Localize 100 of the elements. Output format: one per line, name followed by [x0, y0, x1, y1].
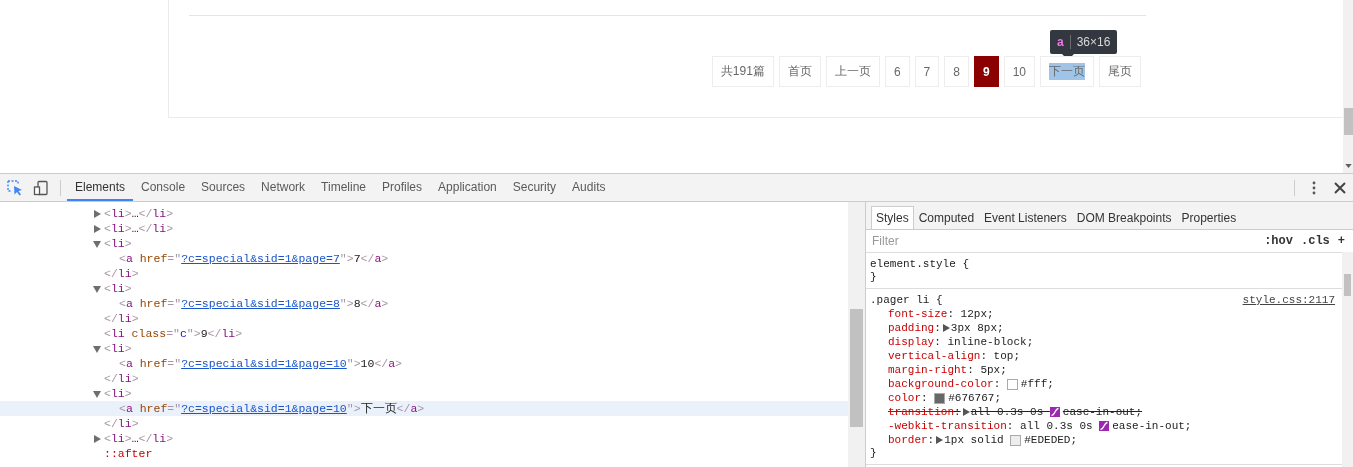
page-scrollbar[interactable] [1343, 0, 1353, 173]
expand-arrow-icon[interactable] [961, 408, 970, 416]
css-property-value: : inline-block; [934, 336, 1034, 348]
dom-line: <li> [104, 282, 132, 295]
scrollbar-thumb[interactable] [1344, 108, 1353, 135]
css-property-value: 1px solid [944, 434, 1005, 446]
css-property-value: : 12px; [947, 308, 994, 320]
css-brace: } [870, 271, 878, 285]
dom-tree-row[interactable]: <li>…</li> [0, 431, 848, 446]
stylesheet-link[interactable]: style.css:2117 [1242, 294, 1335, 306]
dom-line: <a href="?c=special&sid=1&page=7">7</a> [119, 252, 389, 265]
sidebar-tab[interactable]: Styles [871, 206, 914, 229]
filter-toggle-button[interactable]: + [1333, 234, 1349, 248]
dom-tree-row[interactable]: <li>…</li> [0, 206, 848, 221]
inspect-highlight: 首页 [787, 63, 812, 80]
dom-tree-row[interactable]: <li> [0, 236, 848, 251]
scrollbar-thumb[interactable] [1344, 274, 1351, 296]
dom-tree-row[interactable]: <li class="c">9</li> [0, 326, 848, 341]
css-property-name: color [888, 392, 921, 404]
css-property-value: 3px 8px; [950, 322, 1004, 334]
css-property-name: padding [888, 322, 935, 334]
collapsed-arrow-icon[interactable] [93, 434, 101, 443]
sidebar-tab[interactable]: Properties [1176, 206, 1242, 229]
pagination-item[interactable]: 6 [884, 56, 910, 87]
inspect-cursor-icon[interactable] [7, 179, 23, 196]
inspect-highlight: 6 [893, 64, 901, 79]
css-property-name: -webkit-transition [888, 420, 1007, 432]
easing-curve-icon[interactable] [1099, 421, 1110, 431]
close-icon[interactable] [1332, 179, 1348, 196]
css-property-value: : [934, 322, 941, 334]
pagination-item[interactable]: 7 [914, 56, 940, 87]
devtools-tab[interactable]: Audits [564, 174, 614, 201]
css-property-value: #EDEDED; [1024, 434, 1078, 446]
pagination-item[interactable]: 上一页 [825, 56, 880, 87]
dom-scrollbar[interactable] [848, 202, 866, 467]
href-link[interactable]: ?c=special&sid=1&page=10 [181, 357, 347, 370]
collapsed-arrow-icon[interactable] [93, 224, 101, 233]
devtools-tab[interactable]: Timeline [313, 174, 374, 201]
tooltip-size: 36×16 [1076, 35, 1111, 49]
expanded-arrow-icon[interactable] [93, 284, 101, 293]
dom-tree-row[interactable]: <li> [0, 386, 848, 401]
filter-field[interactable]: Filter [870, 233, 1261, 249]
sidebar-tab[interactable]: DOM Breakpoints [1071, 206, 1177, 229]
css-selector: element.style { [870, 258, 970, 270]
devtools-tab[interactable]: Sources [193, 174, 254, 201]
color-swatch[interactable] [934, 392, 946, 404]
color-swatch[interactable] [1006, 378, 1018, 390]
inspect-highlight: 尾页 [1108, 63, 1132, 80]
dom-tree-row[interactable]: <li> [0, 341, 848, 356]
css-property-value: #fff; [1020, 378, 1054, 390]
expanded-arrow-icon[interactable] [93, 344, 101, 353]
css-property-name: margin-right [888, 364, 968, 376]
expanded-arrow-icon[interactable] [93, 239, 101, 248]
css-property-value: : [993, 378, 1002, 390]
css-property-value: : [954, 406, 961, 418]
devtools-tab[interactable]: Application [430, 174, 505, 201]
dom-line: <li>…</li> [104, 222, 174, 235]
filter-toggle-button[interactable]: :hov [1260, 234, 1297, 248]
dom-line: <li>…</li> [104, 432, 174, 445]
scroll-down-icon[interactable] [1345, 164, 1352, 168]
filter-toggle-button[interactable]: .cls [1297, 234, 1334, 248]
easing-curve-icon[interactable] [1049, 407, 1060, 417]
dom-tree-row[interactable]: <a href="?c=special&sid=1&page=8">8</a> [0, 296, 848, 311]
pagination-item[interactable]: 10 [1003, 56, 1035, 87]
sidebar-tab[interactable]: Event Listeners [979, 206, 1072, 229]
dom-tree-row[interactable]: ::after [0, 446, 848, 461]
dom-line: <li> [104, 237, 132, 250]
pagination-item[interactable]: 首页 [778, 56, 821, 87]
css-property-name: background-color [888, 378, 994, 390]
device-toolbar-icon[interactable] [33, 179, 49, 196]
inspect-highlight: 上一页 [834, 63, 871, 80]
href-link[interactable]: ?c=special&sid=1&page=8 [181, 297, 340, 310]
scrollbar-thumb[interactable] [850, 309, 863, 427]
dom-tree-row[interactable]: <a href="?c=special&sid=1&page=10">10</a> [0, 356, 848, 371]
dom-line: <li> [104, 387, 132, 400]
sidebar-tab[interactable]: Computed [913, 206, 980, 229]
expand-arrow-icon[interactable] [935, 436, 944, 444]
dom-tree-row[interactable]: <a href="?c=special&sid=1&page=7">7</a> [0, 251, 848, 266]
devtools-tab[interactable]: Elements [67, 174, 134, 201]
devtools-tab[interactable]: Console [133, 174, 194, 201]
dom-tree-row[interactable]: <li>…</li> [0, 221, 848, 236]
dom-tree-row[interactable]: <li> [0, 281, 848, 296]
devtools-tab[interactable]: Security [504, 174, 565, 201]
dom-tree-row[interactable]: <a href="?c=special&sid=1&page=10">下一页</a> [0, 401, 848, 416]
pagination-item[interactable]: 共191篇 [711, 56, 774, 87]
color-swatch[interactable] [1010, 434, 1022, 446]
pagination-item[interactable]: 9 [973, 56, 999, 87]
css-property-name: display [888, 336, 935, 348]
styles-scrollbar[interactable] [1342, 252, 1353, 467]
pagination-item[interactable]: 8 [944, 56, 969, 87]
expanded-arrow-icon[interactable] [93, 389, 101, 398]
expand-arrow-icon[interactable] [941, 324, 950, 332]
css-property-value: : [921, 392, 929, 404]
collapsed-arrow-icon[interactable] [93, 209, 101, 218]
devtools-tab[interactable]: Profiles [374, 174, 431, 201]
href-link[interactable]: ?c=special&sid=1&page=7 [181, 252, 340, 265]
pagination-item[interactable]: 尾页 [1099, 56, 1141, 87]
devtools-tab[interactable]: Network [253, 174, 314, 201]
tooltip-tag: a [1057, 35, 1064, 49]
href-link[interactable]: ?c=special&sid=1&page=10 [181, 402, 347, 415]
